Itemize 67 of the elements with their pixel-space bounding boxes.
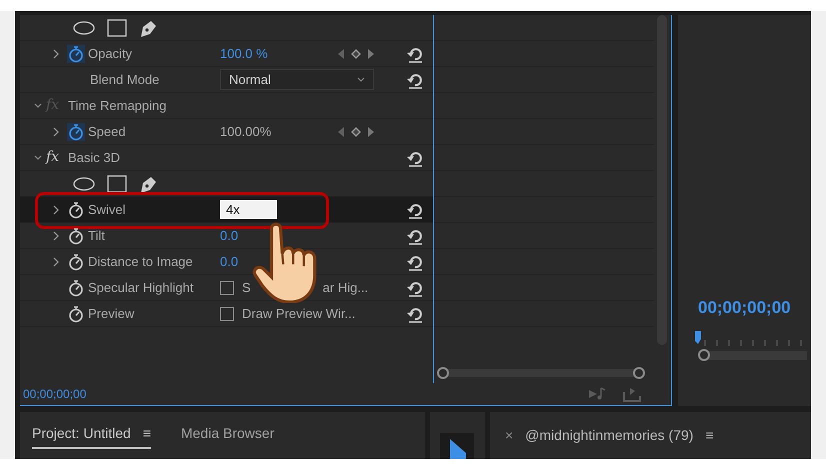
section-title: Basic 3D: [68, 148, 122, 167]
property-label: Swivel: [88, 200, 127, 219]
timecode[interactable]: 00;00;00;00: [698, 295, 791, 320]
checkbox-label: Draw Preview Wir...: [242, 304, 356, 323]
menu-icon[interactable]: ≡: [142, 424, 151, 440]
add-keyframe-icon[interactable]: [350, 48, 361, 58]
checkbox-label: ar Hig...: [322, 278, 368, 297]
reset-icon[interactable]: [406, 228, 424, 245]
ellipse-mask-icon[interactable]: [72, 20, 95, 34]
reset-icon[interactable]: [406, 72, 424, 89]
property-label: Opacity: [88, 44, 134, 63]
stopwatch-icon[interactable]: [66, 122, 85, 140]
scrollbar[interactable]: [657, 15, 667, 345]
property-value[interactable]: 100.00%: [220, 122, 272, 142]
ellipse-mask-icon[interactable]: [72, 176, 95, 190]
zoom-scrollbar[interactable]: [696, 348, 807, 362]
stopwatch-icon[interactable]: [66, 304, 85, 322]
blend-mode-dropdown[interactable]: Normal: [220, 69, 374, 90]
selection-tool-icon[interactable]: [440, 433, 474, 459]
chevron-right-icon[interactable]: [52, 204, 60, 214]
stopwatch-icon[interactable]: [66, 200, 85, 218]
chevron-right-icon[interactable]: [52, 230, 60, 240]
property-label: Distance to Image: [88, 252, 194, 271]
stopwatch-icon[interactable]: [66, 226, 85, 244]
panel-tab[interactable]: Media Browser: [180, 422, 274, 448]
reset-icon[interactable]: [406, 46, 424, 63]
panel-tab[interactable]: Project: Untitled ≡: [32, 422, 151, 448]
chevron-right-icon[interactable]: [52, 48, 60, 58]
pointing-hand-icon: [252, 222, 318, 303]
property-label: Blend Mode: [88, 70, 160, 89]
stopwatch-icon[interactable]: [66, 252, 85, 270]
chevron-down-icon[interactable]: [32, 154, 43, 162]
section-title: Time Remapping: [68, 96, 168, 115]
fx-label[interactable]: fx: [46, 147, 68, 168]
property-value[interactable]: 0.0: [220, 252, 238, 272]
stopwatch-icon[interactable]: [66, 44, 85, 62]
reset-icon[interactable]: [406, 254, 424, 271]
rectangle-mask-icon[interactable]: [106, 18, 127, 36]
property-value[interactable]: 0.0: [220, 226, 238, 246]
property-value[interactable]: 100.0 %: [220, 44, 268, 64]
reset-icon[interactable]: [406, 306, 424, 323]
checkbox[interactable]: [220, 280, 234, 294]
chevron-right-icon[interactable]: [52, 256, 60, 266]
rectangle-mask-icon[interactable]: [106, 174, 127, 192]
property-label: Preview: [88, 304, 136, 323]
property-label: Speed: [88, 122, 127, 141]
property-label: Specular Highlight: [88, 278, 194, 297]
stopwatch-icon[interactable]: [66, 278, 85, 296]
checkbox[interactable]: [220, 306, 234, 320]
menu-icon[interactable]: ≡: [705, 425, 714, 446]
reset-icon[interactable]: [406, 150, 424, 167]
reset-icon[interactable]: [406, 202, 424, 219]
next-keyframe-icon[interactable]: [368, 126, 374, 136]
add-keyframe-icon[interactable]: [350, 126, 361, 136]
input-field[interactable]: 4x: [220, 200, 277, 219]
close-icon[interactable]: ×: [504, 425, 514, 446]
chevron-down-icon[interactable]: [32, 102, 43, 110]
next-keyframe-icon[interactable]: [368, 48, 374, 58]
property-label: Tilt: [88, 226, 106, 245]
playhead-icon[interactable]: [694, 331, 704, 345]
reset-icon[interactable]: [406, 280, 424, 297]
checkbox-label: S: [242, 278, 251, 297]
chevron-right-icon[interactable]: [52, 126, 60, 136]
zoom-scrollbar[interactable]: [436, 366, 646, 380]
caret-down-icon: [356, 76, 365, 82]
timecode[interactable]: 00;00;00;00: [22, 385, 86, 403]
panel-tab[interactable]: @midnightinmemories (79): [525, 425, 694, 446]
